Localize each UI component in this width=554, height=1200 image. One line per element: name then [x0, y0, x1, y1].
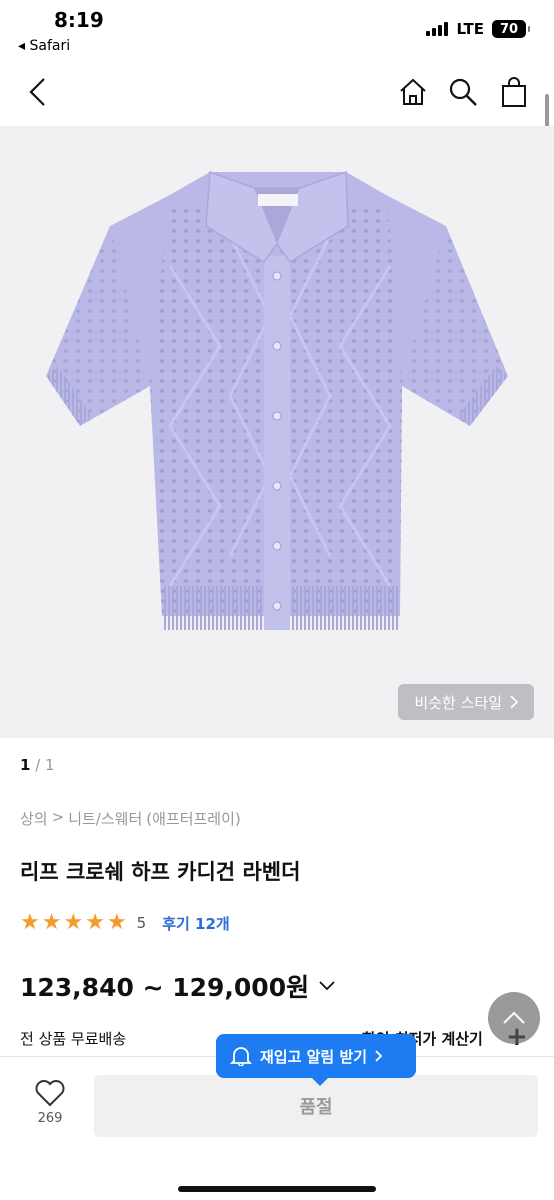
similar-style-button[interactable]: 비슷한 스타일 [398, 684, 534, 720]
breadcrumb: 상의 > 니트/스웨터 (애프터프레이) [20, 808, 241, 829]
chevron-left-icon [29, 78, 45, 106]
price-range[interactable]: 123,840 ~ 129,000원 [20, 968, 335, 1004]
star-icon: ★ [85, 910, 105, 935]
status-indicators: LTE 70 [426, 20, 530, 38]
home-indicator[interactable] [178, 1186, 376, 1192]
battery-icon: 70 [492, 20, 530, 38]
battery-level: 70 [499, 21, 519, 37]
breadcrumb-category[interactable]: 상의 [20, 808, 48, 829]
similar-style-label: 비슷한 스타일 [414, 693, 502, 712]
star-icon: ★ [20, 910, 40, 935]
chevron-right-icon [510, 695, 518, 709]
price-value: 123,840 ~ 129,000원 [20, 973, 310, 1002]
chevron-up-icon [503, 1011, 525, 1024]
breadcrumb-separator: > [51, 808, 65, 826]
status-bar: 8:19 ◂ Safari LTE 70 [0, 0, 554, 62]
home-icon [400, 78, 426, 105]
pager-total: / 1 [35, 756, 55, 774]
product-image[interactable]: 비슷한 스타일 [0, 126, 554, 738]
free-shipping-text: 전 상품 무료배송 [20, 1030, 127, 1048]
back-button[interactable] [18, 72, 58, 112]
network-label: LTE [456, 20, 484, 38]
pager-current: 1 [20, 756, 31, 774]
search-button[interactable] [443, 72, 483, 112]
home-button[interactable] [393, 72, 433, 112]
back-to-safari-link[interactable]: ◂ Safari [18, 38, 70, 54]
status-time: 8:19 [54, 8, 104, 32]
search-icon [449, 78, 477, 106]
star-icon: ★ [63, 910, 84, 935]
breadcrumb-brand[interactable]: (애프터프레이) [146, 808, 241, 829]
rating-score: 5 [136, 914, 147, 932]
cart-button[interactable] [494, 72, 534, 112]
chevron-down-icon [319, 981, 335, 991]
heart-icon [35, 1080, 65, 1107]
signal-icon [426, 22, 449, 36]
restock-alert-button[interactable]: 재입고 알림 받기 [216, 1034, 416, 1086]
bell-icon [230, 1047, 252, 1066]
shopping-bag-icon [502, 77, 526, 107]
restock-alert-label: 재입고 알림 받기 [260, 1047, 368, 1066]
image-pager: 1 / 1 [20, 756, 55, 774]
star-icon: ★ [106, 910, 127, 935]
scroll-to-top-button[interactable] [488, 992, 540, 1044]
breadcrumb-subcategory[interactable]: 니트/스웨터 [68, 808, 142, 829]
cardigan-illustration [46, 170, 508, 630]
nav-bar [0, 62, 554, 126]
star-icon: ★ [41, 910, 62, 935]
chevron-right-icon [375, 1050, 383, 1062]
reviews-link[interactable]: 후기 12개 [162, 913, 230, 934]
like-count: 269 [37, 1111, 63, 1126]
rating: ★ ★ ★ ★ ★ 5 후기 12개 [20, 912, 230, 934]
product-title: 리프 크로쉐 하프 카디건 라벤더 [20, 860, 301, 884]
like-button[interactable]: 269 [20, 1079, 80, 1126]
